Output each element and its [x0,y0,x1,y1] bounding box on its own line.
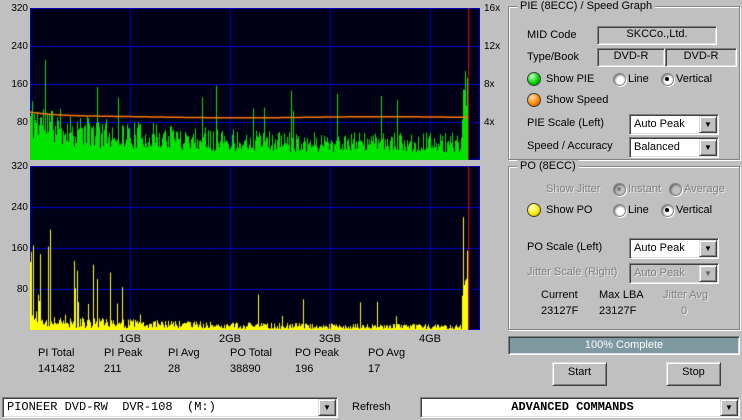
stat-po-peak: PO Peak 196 [295,347,359,375]
stat-label: PO Total [230,347,272,359]
stat-pi-total: PI Total 141482 [38,347,102,375]
current-label: Current [541,289,578,301]
command-selector[interactable]: ADVANCED COMMANDS ▼ [420,397,740,418]
po-graph [30,166,480,330]
drive-selector[interactable]: PIONEER DVD-RW DVR-108 (M:) ▼ [2,397,338,418]
x-axis-label: 4GB [418,333,441,345]
stat-pi-peak: PI Peak 211 [104,347,168,375]
pie-speed-graph [30,8,480,160]
po-scale-label: PO Scale (Left) [527,241,603,253]
group-title: PO (8ECC) [517,160,579,172]
stat-value: 141482 [38,363,75,375]
speed-y-label: 4x [484,117,495,128]
po-y-label: 160 [11,243,28,254]
mid-code-field: SKCCo.,Ltd. [597,26,717,45]
dropdown-arrow-icon[interactable]: ▼ [699,139,717,156]
jitter-avg-value: 0 [681,305,688,317]
pie-line-radio-label[interactable]: Line [628,73,649,85]
po-y-label: 80 [16,284,28,295]
stat-pi-avg: PI Avg 28 [168,347,232,375]
stat-label: PO Peak [295,347,340,359]
speed-y-label: 8x [484,79,495,90]
pie-y-label: 160 [11,79,28,90]
po-line-radio-label[interactable]: Line [628,204,649,216]
stat-value: 28 [168,363,181,375]
progress-label: 100% Complete [584,339,664,351]
jitter-average-radio-label: Average [684,183,725,195]
show-po-label: Show PO [546,204,593,216]
stat-value: 17 [368,363,381,375]
dropdown-arrow-icon[interactable]: ▼ [318,399,336,416]
jitter-avg-label: Jitter Avg [663,289,709,301]
show-speed-label: Show Speed [546,94,609,106]
po-vertical-radio[interactable] [661,204,674,217]
po-vertical-radio-label[interactable]: Vertical [676,204,712,216]
jitter-average-radio [669,183,682,196]
po-color-indicator[interactable] [527,203,541,217]
group-title: PIE (8ECC) / Speed Graph [517,0,656,12]
pie-vertical-radio[interactable] [661,73,674,86]
max-lba-label: Max LBA [599,289,644,301]
type-field: DVD-R [597,48,665,67]
progress-bar: 100% Complete [508,336,740,355]
stop-button[interactable]: Stop [666,362,721,386]
show-pie-label: Show PIE [546,73,595,85]
stat-label: PI Peak [104,347,143,359]
max-lba-value: 23127F [599,305,637,317]
pie-scale-label: PIE Scale (Left) [527,117,605,129]
dropdown-arrow-icon[interactable]: ▼ [699,240,717,257]
stat-po-avg: PO Avg 17 [368,347,432,375]
jitter-scale-value: Auto Peak [634,267,685,279]
stat-label: PI Total [38,347,75,359]
pie-scale-value: Auto Peak [634,118,685,130]
command-selector-value: ADVANCED COMMANDS [511,400,634,414]
speed-y-label: 16x [484,3,501,14]
speed-accuracy-value: Balanced [634,141,680,153]
app-window: 320 240 160 80 16x 12x 8x 4x 320 240 160… [0,0,742,420]
show-jitter-label: Show Jitter [546,183,601,195]
pie-y-label: 80 [16,117,28,128]
x-axis-label: 2GB [218,333,241,345]
pie-line-radio[interactable] [613,73,626,86]
pie-speed-group: PIE (8ECC) / Speed Graph MID Code SKCCo.… [508,0,740,160]
speed-accuracy-select[interactable]: Balanced ▼ [629,137,719,158]
stat-value: 38890 [230,363,261,375]
speed-y-label: 12x [484,41,501,52]
dropdown-arrow-icon[interactable]: ▼ [720,399,738,416]
stat-value: 196 [295,363,314,375]
stat-po-total: PO Total 38890 [230,347,294,375]
po-line-radio[interactable] [613,204,626,217]
stat-label: PO Avg [368,347,406,359]
speed-accuracy-label: Speed / Accuracy [527,140,613,152]
pie-scale-select[interactable]: Auto Peak ▼ [629,114,719,135]
start-button[interactable]: Start [552,362,607,386]
dropdown-arrow-icon: ▼ [699,265,717,282]
speed-color-indicator[interactable] [527,93,541,107]
dropdown-arrow-icon[interactable]: ▼ [699,116,717,133]
pie-vertical-radio-label[interactable]: Vertical [676,73,712,85]
mid-code-label: MID Code [527,29,577,41]
po-y-label: 320 [11,161,28,172]
po-scale-select[interactable]: Auto Peak ▼ [629,238,719,259]
book-field: DVD-R [665,48,737,67]
x-axis-label: 1GB [118,333,141,345]
drive-selector-value: PIONEER DVD-RW DVR-108 (M:) [7,400,216,414]
jitter-scale-label: Jitter Scale (Right) [527,266,618,278]
po-scale-value: Auto Peak [634,242,685,254]
refresh-button[interactable]: Refresh [352,401,391,413]
jitter-instant-radio [613,183,626,196]
jitter-instant-radio-label: Instant [628,183,662,195]
current-value: 23127F [541,305,579,317]
po-y-label: 240 [11,202,28,213]
stat-label: PI Avg [168,347,200,359]
type-book-label: Type/Book [527,51,579,63]
pie-y-label: 320 [11,3,28,14]
jitter-scale-select: Auto Peak ▼ [629,263,719,284]
x-axis-label: 3GB [318,333,341,345]
pie-y-label: 240 [11,41,28,52]
po-group: PO (8ECC) Show Jitter Instant Average Sh… [508,160,740,330]
pie-color-indicator[interactable] [527,72,541,86]
stat-value: 211 [104,363,122,375]
